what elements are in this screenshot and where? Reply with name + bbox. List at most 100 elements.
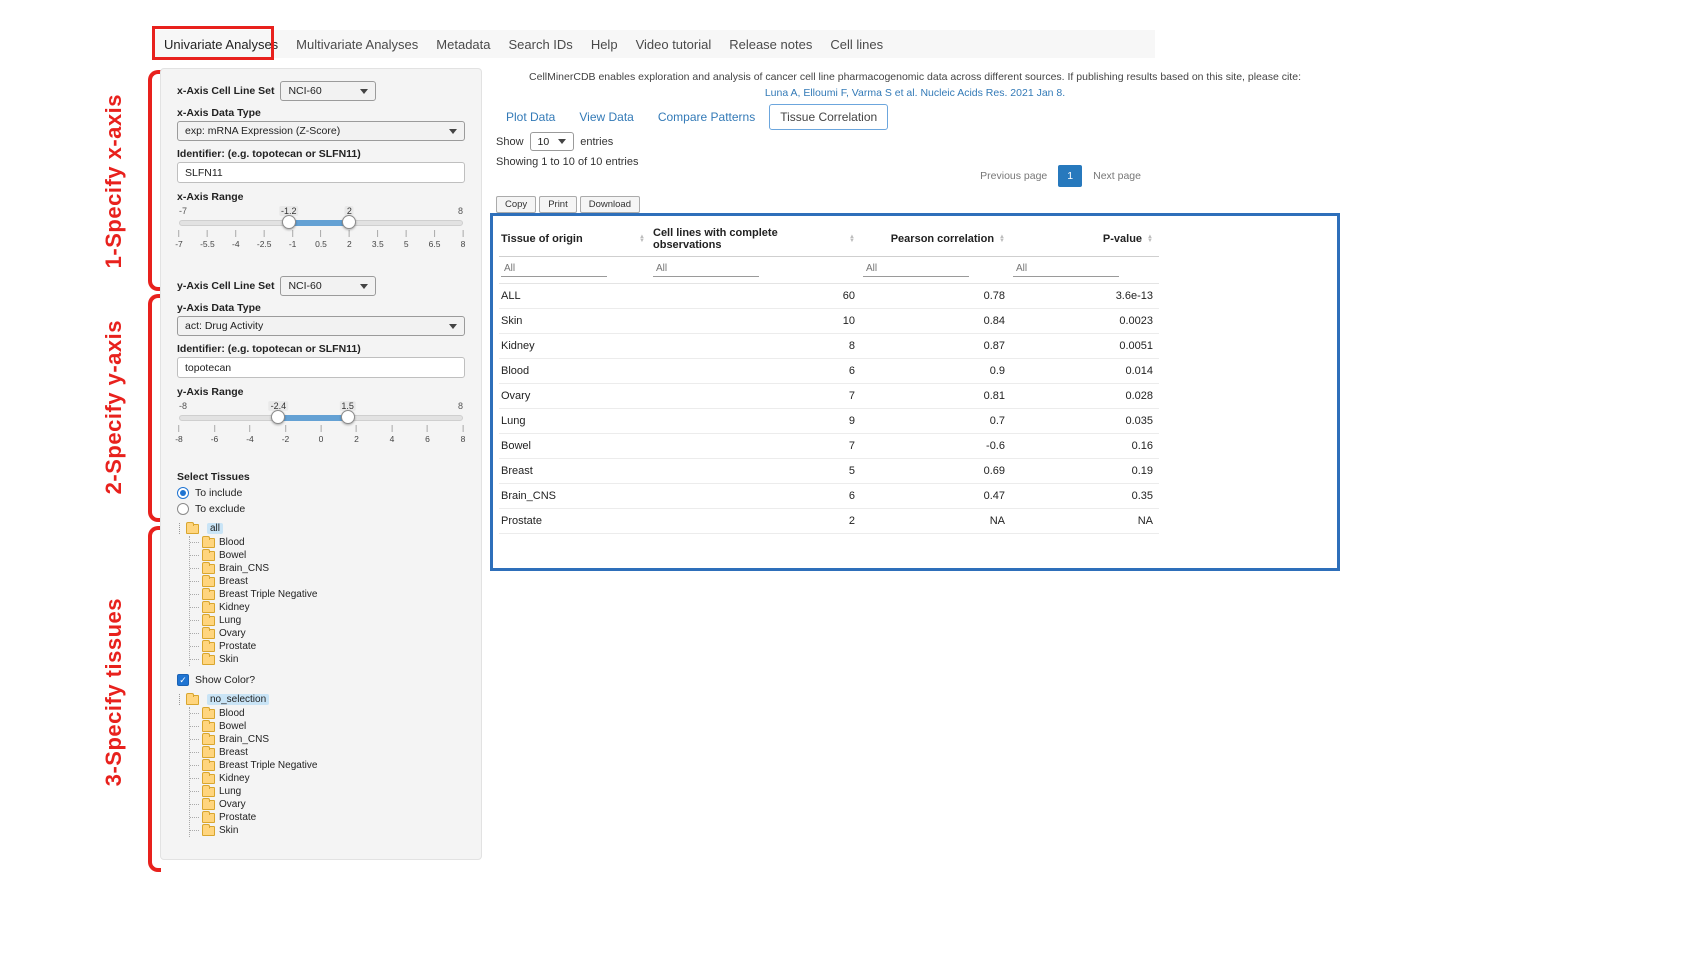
- nav-item-multivariate-analyses[interactable]: Multivariate Analyses: [287, 37, 427, 52]
- range-handle-from[interactable]: [271, 410, 285, 424]
- radio-to-exclude[interactable]: To exclude: [177, 501, 465, 517]
- nav-item-cell-lines[interactable]: Cell lines: [821, 37, 892, 52]
- x-axis-range-slider[interactable]: -78-1.22-7-5.5-4-2.5-10.523.556.58: [179, 206, 463, 256]
- range-handle-to[interactable]: [342, 215, 356, 229]
- column-header-tissue-of-origin[interactable]: Tissue of origin▲▼: [499, 220, 651, 257]
- previous-page-button[interactable]: Previous page: [971, 165, 1056, 187]
- nav-item-search-ids[interactable]: Search IDs: [500, 37, 582, 52]
- tree-item-bowel[interactable]: Bowel: [190, 720, 465, 733]
- tree-item-blood[interactable]: Blood: [190, 707, 465, 720]
- x-cell-line-set-select[interactable]: NCI-60: [280, 81, 376, 101]
- tree-item-kidney[interactable]: Kidney: [190, 601, 465, 614]
- tree-root-all[interactable]: all: [179, 521, 465, 536]
- sidebar-panel: x-Axis Cell Line Set NCI-60 x-Axis Data …: [160, 68, 482, 860]
- nav-item-metadata[interactable]: Metadata: [427, 37, 499, 52]
- slider-tick: 6.5: [429, 230, 441, 249]
- chevron-down-icon: [449, 129, 457, 134]
- tree-root-no-selection[interactable]: no_selection: [179, 692, 465, 707]
- column-header-p-value[interactable]: P-value▲▼: [1011, 220, 1159, 257]
- filter-input-p-value[interactable]: [1013, 261, 1119, 277]
- chevron-down-icon: [360, 89, 368, 94]
- table-row-kidney[interactable]: Kidney80.870.0051: [499, 334, 1159, 359]
- table-row-breast[interactable]: Breast50.690.19: [499, 459, 1159, 484]
- y-data-type-select[interactable]: act: Drug Activity: [177, 316, 465, 336]
- tree-item-breast[interactable]: Breast: [190, 575, 465, 588]
- tree-item-prostate[interactable]: Prostate: [190, 640, 465, 653]
- current-page-button[interactable]: 1: [1058, 165, 1082, 187]
- slider-tick: 5: [404, 230, 409, 249]
- folder-icon: [202, 813, 215, 823]
- entries-select-value: 10: [538, 136, 550, 148]
- tree-item-breast-triple-negative[interactable]: Breast Triple Negative: [190, 759, 465, 772]
- copy-button[interactable]: Copy: [496, 196, 536, 213]
- nav-item-video-tutorial[interactable]: Video tutorial: [627, 37, 721, 52]
- table-row-bowel[interactable]: Bowel7-0.60.16: [499, 434, 1159, 459]
- chevron-down-icon: [360, 284, 368, 289]
- tree-item-breast[interactable]: Breast: [190, 746, 465, 759]
- table-header-row: Tissue of origin▲▼Cell lines with comple…: [499, 220, 1159, 257]
- table-row-prostate[interactable]: Prostate2NANA: [499, 509, 1159, 534]
- x-data-type-select[interactable]: exp: mRNA Expression (Z-Score): [177, 121, 465, 141]
- table-row-blood[interactable]: Blood60.90.014: [499, 359, 1159, 384]
- range-handle-to[interactable]: [341, 410, 355, 424]
- table-body: ALL600.783.6e-13Skin100.840.0023Kidney80…: [499, 284, 1159, 534]
- table-row-lung[interactable]: Lung90.70.035: [499, 409, 1159, 434]
- range-handle-from[interactable]: [282, 215, 296, 229]
- tree-item-brain-cns[interactable]: Brain_CNS: [190, 562, 465, 575]
- table-row-skin[interactable]: Skin100.840.0023: [499, 309, 1159, 334]
- y-identifier-input[interactable]: [177, 357, 465, 378]
- radio-to-include[interactable]: To include: [177, 485, 465, 501]
- y-axis-range-slider[interactable]: -88-2.41.5-8-6-4-202468: [179, 401, 463, 451]
- tree-item-prostate[interactable]: Prostate: [190, 811, 465, 824]
- tab-compare-patterns[interactable]: Compare Patterns: [648, 105, 765, 129]
- tree-item-breast-triple-negative[interactable]: Breast Triple Negative: [190, 588, 465, 601]
- table-row-all[interactable]: ALL600.783.6e-13: [499, 284, 1159, 309]
- folder-icon: [202, 629, 215, 639]
- filter-input-pearson-correlation[interactable]: [863, 261, 969, 277]
- tree-item-brain-cns[interactable]: Brain_CNS: [190, 733, 465, 746]
- tab-plot-data[interactable]: Plot Data: [496, 105, 565, 129]
- tab-view-data[interactable]: View Data: [569, 105, 643, 129]
- column-header-cell-lines-with-complete-observations[interactable]: Cell lines with complete observations▲▼: [651, 220, 861, 257]
- main-content: CellMinerCDB enables exploration and ana…: [490, 68, 1340, 898]
- nav-item-help[interactable]: Help: [582, 37, 627, 52]
- top-nav: Univariate AnalysesMultivariate Analyses…: [155, 30, 1155, 58]
- slider-selected-bar: [278, 415, 347, 421]
- table-row-ovary[interactable]: Ovary70.810.028: [499, 384, 1159, 409]
- sort-icon: ▲▼: [999, 235, 1005, 244]
- y-cell-line-set-select[interactable]: NCI-60: [280, 276, 376, 296]
- cellminercdb-page: 1-Specify x-axis 2-Specify y-axis 3-Spec…: [0, 0, 1700, 956]
- slider-tick: -8: [175, 425, 183, 444]
- show-color-checkbox[interactable]: ✓: [177, 674, 189, 686]
- slider-tick: 8: [461, 425, 466, 444]
- filter-input-tissue-of-origin[interactable]: [501, 261, 607, 277]
- tree-item-ovary[interactable]: Ovary: [190, 627, 465, 640]
- folder-icon: [186, 524, 199, 534]
- tree-item-skin[interactable]: Skin: [190, 824, 465, 837]
- citation-link[interactable]: Luna A, Elloumi F, Varma S et al. Nuclei…: [765, 87, 1065, 99]
- tree-item-lung[interactable]: Lung: [190, 785, 465, 798]
- nav-item-release-notes[interactable]: Release notes: [720, 37, 821, 52]
- next-page-button[interactable]: Next page: [1084, 165, 1150, 187]
- y-cell-line-set-label: y-Axis Cell Line Set: [177, 280, 274, 292]
- tree-item-bowel[interactable]: Bowel: [190, 549, 465, 562]
- tree-item-ovary[interactable]: Ovary: [190, 798, 465, 811]
- folder-icon: [186, 695, 199, 705]
- download-button[interactable]: Download: [580, 196, 640, 213]
- show-color-row[interactable]: ✓ Show Color?: [177, 672, 465, 688]
- print-button[interactable]: Print: [539, 196, 577, 213]
- folder-icon: [202, 722, 215, 732]
- tree-item-kidney[interactable]: Kidney: [190, 772, 465, 785]
- column-header-pearson-correlation[interactable]: Pearson correlation▲▼: [861, 220, 1011, 257]
- entries-select[interactable]: 10: [530, 132, 575, 151]
- table-row-brain-cns[interactable]: Brain_CNS60.470.35: [499, 484, 1159, 509]
- filter-input-cell-lines-with-complete-observations[interactable]: [653, 261, 759, 277]
- slider-grid: -8-6-4-202468: [179, 425, 463, 447]
- tree-item-skin[interactable]: Skin: [190, 653, 465, 666]
- tree-item-blood[interactable]: Blood: [190, 536, 465, 549]
- folder-icon: [202, 748, 215, 758]
- tree-item-lung[interactable]: Lung: [190, 614, 465, 627]
- tab-tissue-correlation[interactable]: Tissue Correlation: [769, 104, 888, 130]
- y-cell-line-set-value: NCI-60: [288, 280, 321, 292]
- x-identifier-input[interactable]: [177, 162, 465, 183]
